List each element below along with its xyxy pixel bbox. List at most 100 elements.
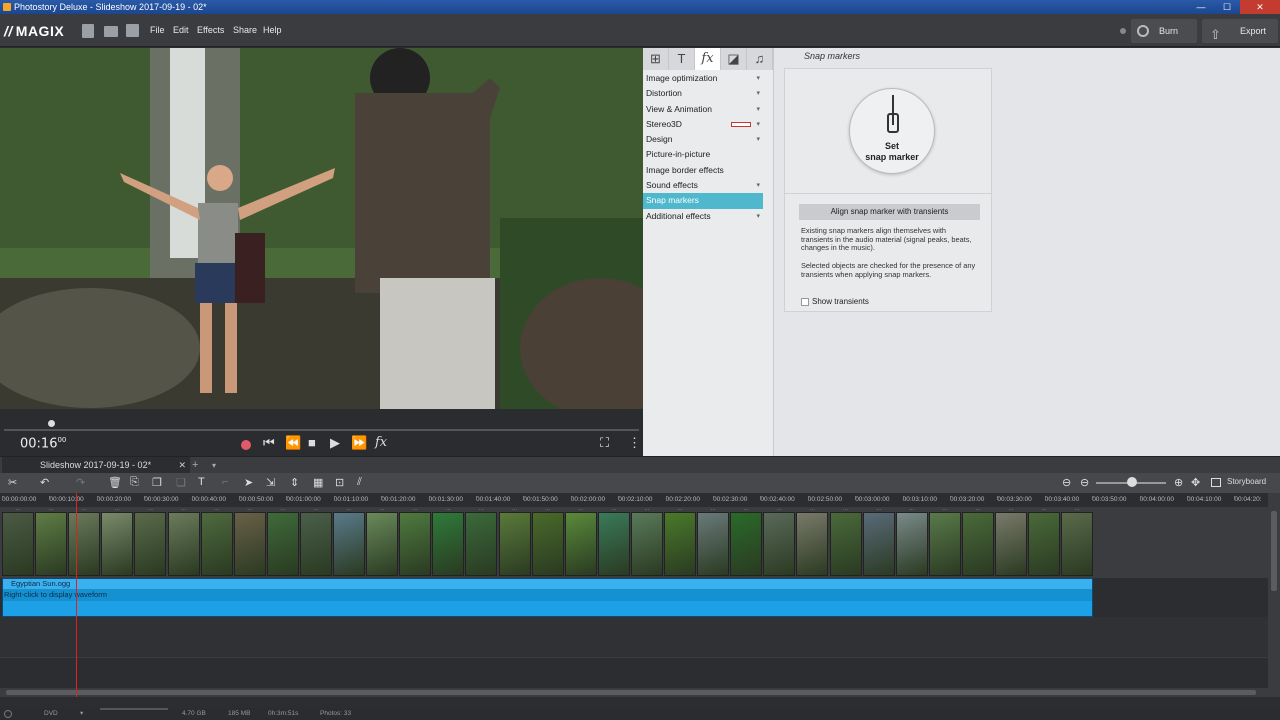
photo-handle-icon[interactable]: ···	[1062, 508, 1092, 513]
chevron-down-icon[interactable]: ▾	[756, 117, 760, 132]
effect-item-additional-effects[interactable]: Additional effects ▾	[643, 209, 763, 224]
effect-item-snap-markers[interactable]: Snap markers	[643, 193, 763, 209]
tab-fx-icon[interactable]: fx	[695, 48, 721, 70]
close-button[interactable]: ✕	[1240, 0, 1280, 14]
photo-handle-icon[interactable]: ···	[466, 508, 496, 513]
menu-edit[interactable]: Edit	[173, 25, 189, 35]
play-icon[interactable]: ▶	[330, 435, 340, 451]
photo-handle-icon[interactable]: ···	[268, 508, 298, 513]
empty-track-1[interactable]	[0, 617, 1268, 657]
chevron-down-icon[interactable]: ▾	[756, 71, 760, 86]
photo-thumbnail[interactable]: ···	[763, 508, 796, 576]
menu-file[interactable]: File	[150, 25, 165, 35]
menu-help[interactable]: Help	[263, 25, 282, 35]
more-options-icon[interactable]: ⋮	[628, 435, 641, 451]
photo-thumbnail[interactable]: ···	[200, 508, 233, 576]
photo-thumbnail[interactable]: ···	[531, 508, 564, 576]
photo-thumbnail[interactable]: ···	[862, 508, 895, 576]
photo-thumbnail[interactable]: ···	[2, 508, 34, 576]
photo-handle-icon[interactable]: ···	[797, 508, 827, 513]
preview-seekbar[interactable]	[0, 409, 643, 431]
zoom-slider-handle[interactable]	[1127, 477, 1137, 487]
minimize-button[interactable]: —	[1188, 0, 1214, 14]
skip-start-icon[interactable]: ⏮	[263, 435, 275, 451]
photo-thumbnail[interactable]: ···	[233, 508, 266, 576]
crop-icon[interactable]: ⌐	[222, 476, 228, 488]
tab-media-grid-icon[interactable]: ⊞	[643, 48, 669, 70]
record-button[interactable]	[241, 440, 251, 450]
photo-thumbnail[interactable]: ···	[961, 508, 994, 576]
seek-handle[interactable]	[48, 420, 55, 427]
vertical-scrollbar[interactable]	[1268, 493, 1280, 697]
tab-dropdown-icon[interactable]: ▾	[212, 457, 216, 474]
playhead[interactable]	[76, 493, 77, 697]
align-snap-marker-button[interactable]: Align snap marker with transients	[799, 204, 980, 220]
photo-handle-icon[interactable]: ···	[367, 508, 397, 513]
show-transients-row[interactable]: Show transients	[801, 297, 869, 306]
fullscreen-icon[interactable]: ⛶	[600, 435, 609, 451]
photo-handle-icon[interactable]: ···	[69, 508, 99, 513]
zoom-out-icon[interactable]: ⊖	[1080, 476, 1089, 489]
menu-share[interactable]: Share	[233, 25, 257, 35]
photo-handle-icon[interactable]: ···	[864, 508, 894, 513]
photo-handle-icon[interactable]: ···	[202, 508, 232, 513]
photo-thumbnail[interactable]: ···	[299, 508, 332, 576]
photo-thumbnail[interactable]: ···	[167, 508, 200, 576]
close-tab-icon[interactable]: ✕	[178, 457, 186, 474]
effect-item-sound-effects[interactable]: Sound effects ▾	[643, 178, 763, 193]
photo-handle-icon[interactable]: ···	[1029, 508, 1059, 513]
video-preview[interactable]	[0, 48, 643, 409]
chevron-down-icon[interactable]: ▾	[756, 86, 760, 101]
tab-text-icon[interactable]: T	[669, 48, 695, 70]
fast-forward-icon[interactable]: ⏩	[351, 435, 367, 451]
storyboard-icon[interactable]	[1211, 478, 1221, 487]
photo-thumbnail[interactable]: ···	[664, 508, 696, 576]
pointer-icon[interactable]: ➤	[244, 476, 253, 489]
photo-handle-icon[interactable]: ···	[632, 508, 662, 513]
photo-handle-icon[interactable]: ···	[698, 508, 728, 513]
timeline-ruler[interactable]: 00:00:00:00 00:00:10:00 00:00:20:00 00:00:3…	[0, 493, 1268, 507]
horizontal-scrollbar[interactable]	[0, 688, 1268, 697]
zoom-fit-icon[interactable]: ✥	[1191, 476, 1200, 489]
photo-thumbnail[interactable]: ···	[333, 508, 365, 576]
tab-transition-icon[interactable]: ◪	[721, 48, 747, 70]
photo-handle-icon[interactable]: ···	[400, 508, 430, 513]
export-button[interactable]: ⇧ Export	[1202, 19, 1278, 43]
photo-thumbnail[interactable]: ···	[399, 508, 432, 576]
photo-thumbnail[interactable]: ···	[134, 508, 167, 576]
photo-thumbnail[interactable]: ···	[101, 508, 134, 576]
photo-handle-icon[interactable]: ···	[963, 508, 993, 513]
photo-handle-icon[interactable]: ···	[599, 508, 629, 513]
photo-handle-icon[interactable]: ···	[500, 508, 530, 513]
redo-icon[interactable]: ↷	[76, 476, 85, 489]
fit-icon[interactable]: ⊡	[335, 476, 344, 489]
photo-handle-icon[interactable]: ···	[135, 508, 165, 513]
set-snap-marker-button[interactable]: Set snap marker	[849, 88, 935, 174]
effect-item-design[interactable]: Design ▾	[643, 132, 763, 147]
photo-thumbnail[interactable]: ···	[498, 508, 531, 576]
save-icon[interactable]	[126, 24, 139, 37]
photo-handle-icon[interactable]: ···	[831, 508, 861, 513]
photo-thumbnail[interactable]: ···	[366, 508, 399, 576]
photo-handle-icon[interactable]: ···	[102, 508, 132, 513]
show-transients-checkbox[interactable]	[801, 297, 809, 306]
photo-handle-icon[interactable]: ···	[433, 508, 463, 513]
zoom-in-icon[interactable]: ⊕	[1174, 476, 1183, 489]
photo-thumbnail[interactable]: ···	[1028, 508, 1061, 576]
photo-thumbnail[interactable]: ···	[35, 508, 68, 576]
storyboard-button[interactable]: Storyboard	[1227, 477, 1266, 486]
range-pointer-icon[interactable]: ⇲	[266, 476, 275, 489]
stop-icon[interactable]: ■	[308, 435, 316, 450]
photo-thumbnail[interactable]: ···	[564, 508, 597, 576]
effect-item-image-optimization[interactable]: Image optimization ▾	[643, 71, 763, 86]
cut-icon[interactable]: ⎘	[130, 476, 139, 489]
photo-thumbnail[interactable]: ···	[895, 508, 928, 576]
burn-button[interactable]: Burn	[1131, 19, 1197, 43]
mouse-mode-icon[interactable]: ✂	[8, 476, 17, 489]
tab-music-icon[interactable]: ♫	[747, 48, 773, 70]
disc-type[interactable]: DVD	[44, 708, 58, 720]
new-file-icon[interactable]	[82, 24, 94, 38]
photo-thumbnail[interactable]: ···	[697, 508, 730, 576]
chevron-down-icon[interactable]: ▾	[756, 132, 760, 147]
disc-dropdown-icon[interactable]: ▾	[80, 708, 83, 720]
